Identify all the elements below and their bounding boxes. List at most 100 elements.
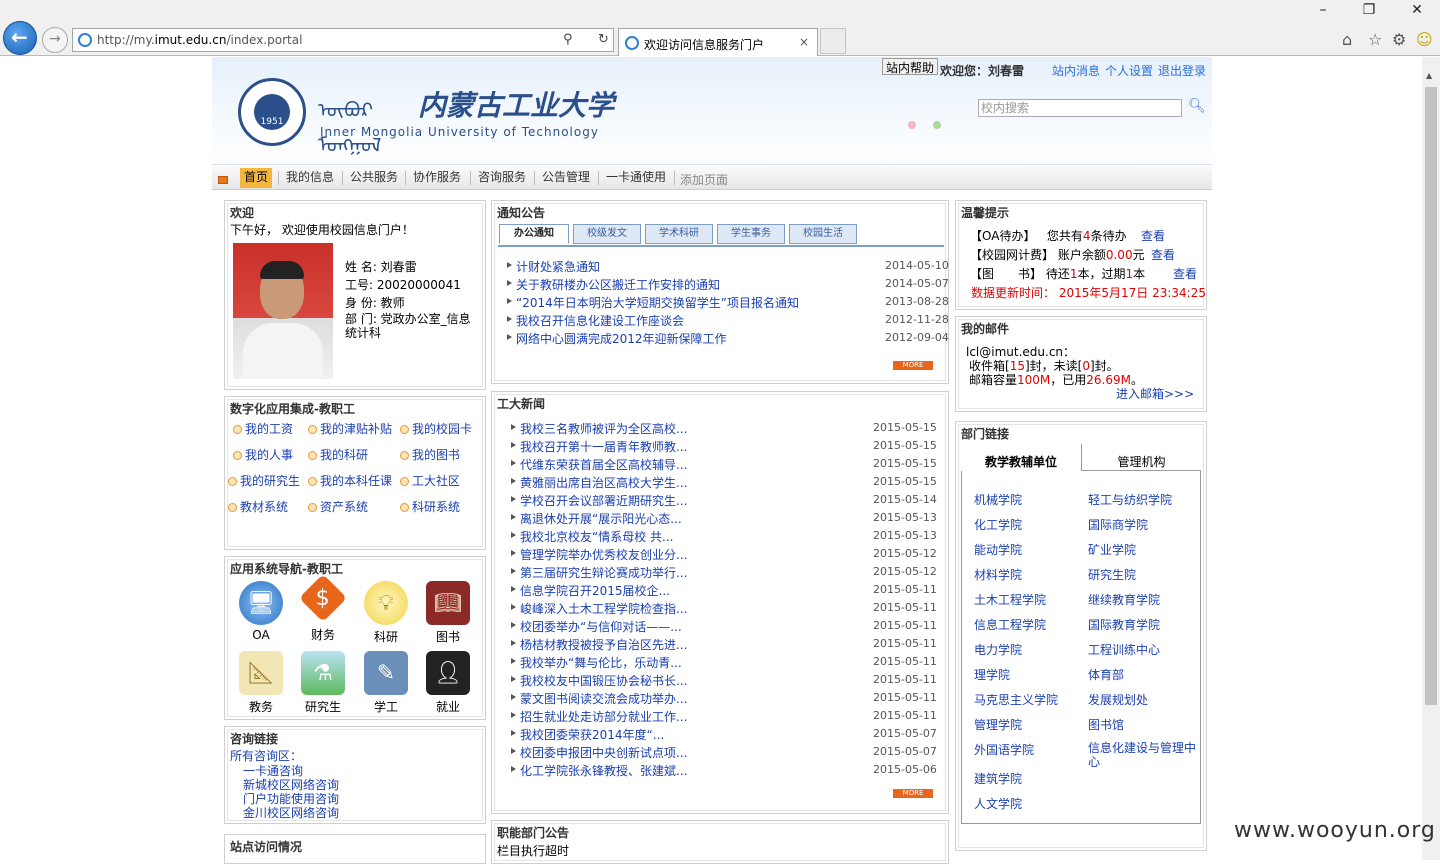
dept-link[interactable]: 图书馆 [1088,716,1124,733]
link-books[interactable]: 我的图书 [400,446,460,463]
nav-collab-service[interactable]: 协作服务 [409,168,465,188]
link-personnel[interactable]: 我的人事 [233,446,293,463]
minimize-button[interactable]: – [1300,0,1346,20]
news-item[interactable]: 我校召开第十一届青年教师教... [510,438,687,455]
link-salary[interactable]: 我的工资 [233,420,293,437]
news-item[interactable]: 峻峰深入土木工程学院检查指... [510,600,687,617]
new-tab-button[interactable] [820,28,846,54]
tab-office-notice[interactable]: 办公通知 [499,224,569,244]
address-bar[interactable]: http://my.imut.edu.cn/index.portal ⚲ ↻ [72,28,614,52]
link-grad[interactable]: 我的研究生 [228,472,300,489]
search-icon[interactable]: ⚲ [563,32,573,47]
home-icon[interactable]: ⌂ [1342,30,1352,49]
notice-item[interactable]: 我校召开信息化建设工作座谈会 [506,312,684,329]
address-url[interactable]: http://my.imut.edu.cn/index.portal [97,33,302,47]
dept-link[interactable]: 研究生院 [1088,566,1136,583]
notice-more-button[interactable]: MORE [893,361,933,370]
dept-link[interactable]: 国际教育学院 [1088,616,1160,633]
scroll-up-icon[interactable]: ▲ [1426,71,1432,80]
link-research-sys[interactable]: 科研系统 [400,498,460,515]
app-employment[interactable]: 👤︎ 就业 [418,651,478,715]
refresh-icon[interactable]: ↻ [598,32,609,47]
app-student-affairs[interactable]: ✎ 学工 [356,651,416,715]
link-logout[interactable]: 退出登录 [1158,64,1206,78]
link-assets[interactable]: 资产系统 [308,498,368,515]
link-allowance[interactable]: 我的津贴补贴 [308,420,392,437]
enter-mailbox-link[interactable]: 进入邮箱>>> [1116,385,1194,402]
news-item[interactable]: 黄雅丽出席自治区高校大学生... [510,474,687,491]
notice-item[interactable]: 网络中心圆满完成2012年迎新保障工作 [507,330,727,347]
app-graduate[interactable]: ⚗ 研究生 [293,651,353,715]
dept-link[interactable]: 工程训练中心 [1088,641,1160,658]
smiley-feedback-icon[interactable]: ☺ [1416,30,1433,49]
app-oa[interactable]: 🖥 OA [231,581,291,642]
dept-link[interactable]: 马克思主义学院 [974,691,1058,708]
news-item[interactable]: 代维东荣获首届全区高校辅导... [510,456,687,473]
dept-tab-admin[interactable]: 管理机构 [1081,444,1201,471]
dept-link[interactable]: 矿业学院 [1088,541,1136,558]
link-community[interactable]: 工大社区 [400,472,460,489]
site-search-input[interactable]: 校内搜索 [978,99,1182,117]
browser-tab[interactable]: 欢迎访问信息服务门户 × [618,28,818,56]
tips-library-view[interactable]: 查看 [1173,265,1197,282]
dept-link[interactable]: 管理学院 [974,716,1022,733]
vertical-scrollbar[interactable]: ▲ [1422,57,1440,860]
dept-link[interactable]: 外国语学院 [974,741,1034,758]
news-item[interactable]: 管理学院举办优秀校友创业分... [510,546,687,563]
consult-jinchuan[interactable]: 金川校区网络咨询 [243,804,339,821]
link-settings[interactable]: 个人设置 [1105,64,1153,78]
news-item[interactable]: 我校举办“舞与伦比，乐动青... [511,654,682,671]
tips-network-view[interactable]: 查看 [1151,246,1175,263]
dept-link[interactable]: 电力学院 [974,641,1022,658]
nav-notice-admin[interactable]: 公告管理 [538,168,594,188]
tab-academic[interactable]: 学术科研 [645,224,713,244]
news-item[interactable]: 校团委举办“与信仰对话——... [511,618,682,635]
nav-consult-service[interactable]: 咨询服务 [474,168,530,188]
tab-close-icon[interactable]: × [799,35,809,49]
news-item[interactable]: 校团委申报团中央创新试点项... [510,744,687,761]
dept-link[interactable]: 化工学院 [974,516,1022,533]
dept-tab-teaching[interactable]: 教学教辅单位 [961,444,1081,471]
app-finance[interactable]: $ 财务 [293,573,353,642]
news-item[interactable]: 化工学院张永锋教授、张建斌... [510,762,687,779]
dept-link[interactable]: 理学院 [974,666,1010,683]
link-messages[interactable]: 站内消息 [1052,64,1100,78]
nav-card-usage[interactable]: 一卡通使用 [602,168,670,188]
news-item[interactable]: 我校三名教师被评为全区高校... [510,420,687,437]
scroll-thumb[interactable] [1425,87,1437,705]
back-button[interactable]: ← [3,21,37,55]
close-window-button[interactable]: ✕ [1394,0,1440,20]
news-item[interactable]: 蒙文图书阅读交流会成功举办... [510,690,687,707]
search-magnifier-icon[interactable]: 🔍︎ [1188,98,1206,114]
dept-link[interactable]: 国际商学院 [1088,516,1148,533]
help-button[interactable]: 站内帮助 [882,58,939,75]
dept-link[interactable]: 信息工程学院 [974,616,1046,633]
nav-public-service[interactable]: 公共服务 [346,168,402,188]
tips-oa-view[interactable]: 查看 [1141,227,1165,244]
tab-student[interactable]: 学生事务 [717,224,785,244]
news-item[interactable]: 信息学院召开2015届校企... [511,582,670,599]
dept-link[interactable]: 能动学院 [974,541,1022,558]
link-research[interactable]: 我的科研 [308,446,368,463]
notice-item[interactable]: 关于教研楼办公区搬迁工作安排的通知 [506,276,720,293]
dept-link[interactable]: 轻工与纺织学院 [1088,491,1172,508]
dept-link[interactable]: 材料学院 [974,566,1022,583]
link-textbook[interactable]: 教材系统 [228,498,288,515]
news-item[interactable]: 第三届研究生辩论赛成功举行... [510,564,687,581]
dept-link[interactable]: 信息化建设与管理中心 [1088,741,1200,769]
dept-link[interactable]: 继续教育学院 [1088,591,1160,608]
dept-link[interactable]: 土木工程学院 [974,591,1046,608]
news-item[interactable]: 招生就业处走访部分就业工作... [510,708,687,725]
notice-item[interactable]: “2014年日本明治大学短期交换留学生”项目报名通知 [507,294,799,311]
nav-collapse-icon[interactable] [218,176,228,184]
news-item[interactable]: 我校团委荣获2014年度“... [510,726,664,743]
news-item[interactable]: 杨桔材教授被授予自治区先进... [510,636,687,653]
news-item[interactable]: 我校北京校友“情系母校 共... [510,528,673,545]
restore-button[interactable]: ❐ [1346,0,1392,20]
favorites-star-icon[interactable]: ☆ [1368,30,1382,49]
settings-gear-icon[interactable]: ⚙ [1392,30,1406,49]
tab-school-docs[interactable]: 校级发文 [573,224,641,244]
news-item[interactable]: 离退休处开展“展示阳光心态... [511,510,682,527]
news-item[interactable]: 学校召开会议部署近期研究生... [510,492,687,509]
nav-add-page[interactable]: 添加页面 [676,171,732,191]
